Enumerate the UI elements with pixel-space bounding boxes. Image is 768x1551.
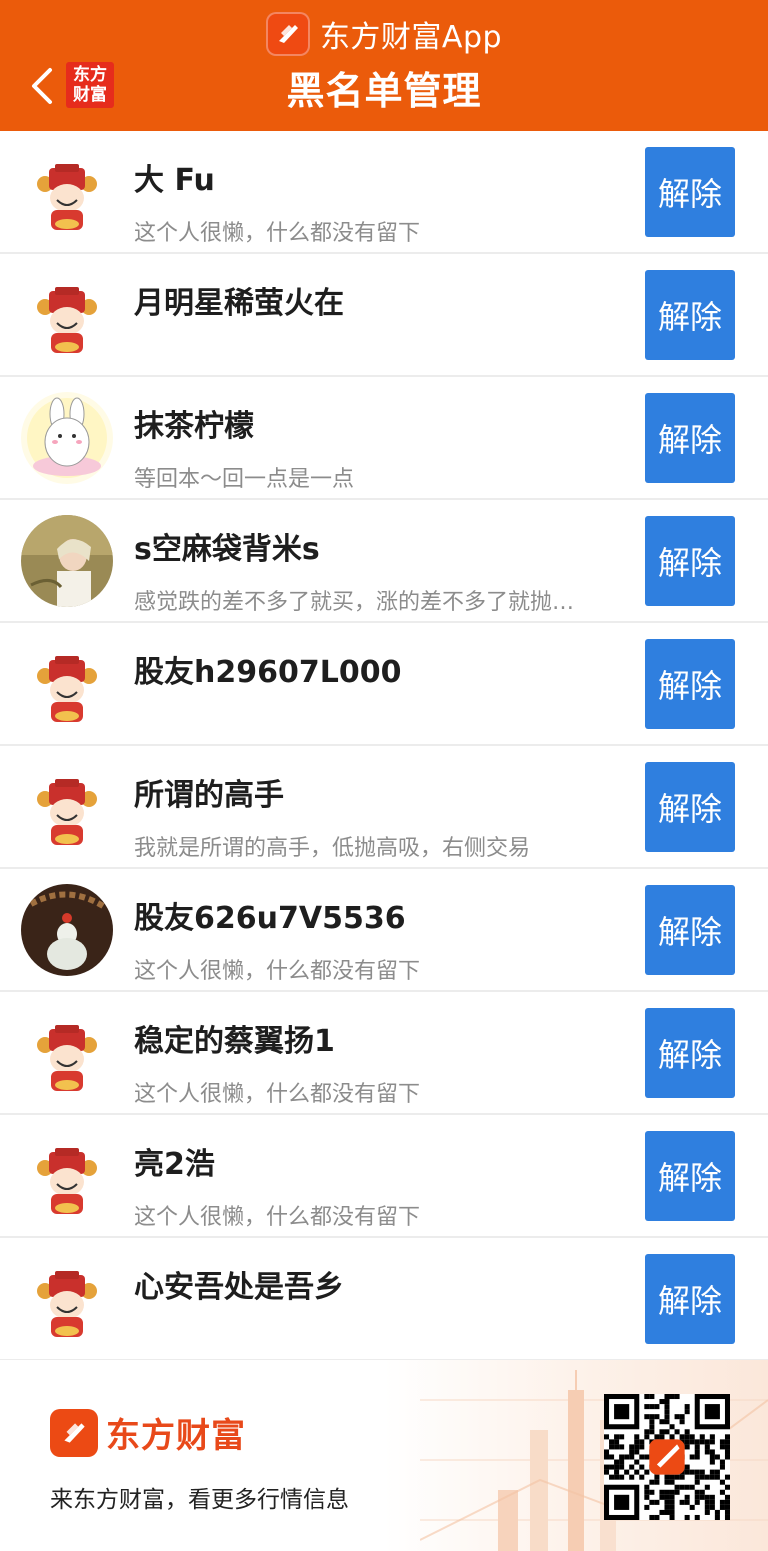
user-signature: 这个人很懒，什么都没有留下	[134, 1082, 421, 1107]
qr-code-icon	[604, 1394, 730, 1520]
avatar[interactable]	[21, 1130, 113, 1222]
avatar[interactable]	[21, 269, 113, 361]
user-name: 股友626u7V5536	[134, 901, 406, 936]
user-name: 所谓的高手	[134, 778, 284, 813]
blacklist: 大 Fu 这个人很懒，什么都没有留下 解除 月明星稀萤火在 解除 抹茶柠檬 等回…	[0, 131, 768, 1361]
unblock-button[interactable]: 解除	[645, 270, 735, 360]
user-name: 稳定的蔡翼扬1	[134, 1024, 335, 1059]
unblock-button[interactable]: 解除	[645, 147, 735, 237]
user-name: 抹茶柠檬	[134, 409, 254, 444]
unblock-button[interactable]: 解除	[645, 885, 735, 975]
user-signature: 等回本～回一点是一点	[134, 467, 355, 492]
user-name: s空麻袋背米s	[134, 532, 320, 567]
list-item[interactable]: 月明星稀萤火在 解除	[0, 254, 768, 377]
user-signature: 这个人很懒，什么都没有留下	[134, 1205, 421, 1230]
list-item[interactable]: 心安吾处是吾乡 解除	[0, 1238, 768, 1361]
unblock-button[interactable]: 解除	[645, 762, 735, 852]
user-name: 月明星稀萤火在	[134, 286, 344, 321]
unblock-button[interactable]: 解除	[645, 1254, 735, 1344]
list-item[interactable]: s空麻袋背米s 感觉跌的差不多了就买，涨的差不多了就抛… 解除	[0, 500, 768, 623]
user-signature: 我就是所谓的高手，低抛高吸，右侧交易	[134, 836, 531, 861]
user-name: 亮2浩	[134, 1147, 215, 1182]
user-signature: 感觉跌的差不多了就买，涨的差不多了就抛…	[134, 590, 575, 615]
brand-logo-icon	[50, 1408, 98, 1457]
footer-slogan: 来东方财富，看更多行情信息	[50, 1487, 349, 1513]
app-header: 东方财富App 东方 财富 黑名单管理	[0, 0, 768, 131]
list-item[interactable]: 所谓的高手 我就是所谓的高手，低抛高吸，右侧交易 解除	[0, 746, 768, 869]
list-item[interactable]: 股友626u7V5536 这个人很懒，什么都没有留下 解除	[0, 869, 768, 992]
list-item[interactable]: 抹茶柠檬 等回本～回一点是一点 解除	[0, 377, 768, 500]
unblock-button[interactable]: 解除	[645, 639, 735, 729]
list-item[interactable]: 股友h29607L000 解除	[0, 623, 768, 746]
user-signature: 这个人很懒，什么都没有留下	[134, 959, 421, 984]
list-item[interactable]: 大 Fu 这个人很懒，什么都没有留下 解除	[0, 131, 768, 254]
avatar[interactable]	[21, 638, 113, 730]
avatar[interactable]	[21, 761, 113, 853]
user-name: 股友h29607L000	[134, 655, 402, 690]
unblock-button[interactable]: 解除	[645, 1131, 735, 1221]
app-name: 东方财富App	[319, 20, 503, 55]
unblock-button[interactable]: 解除	[645, 516, 735, 606]
unblock-button[interactable]: 解除	[645, 393, 735, 483]
avatar[interactable]	[21, 884, 113, 976]
footer-banner[interactable]: 东方财富 来东方财富，看更多行情信息	[0, 1360, 768, 1551]
list-item[interactable]: 稳定的蔡翼扬1 这个人很懒，什么都没有留下 解除	[0, 992, 768, 1115]
user-name: 心安吾处是吾乡	[134, 1270, 344, 1305]
list-item[interactable]: 亮2浩 这个人很懒，什么都没有留下 解除	[0, 1115, 768, 1238]
avatar[interactable]	[21, 392, 113, 484]
footer-brand: 东方财富	[106, 1416, 246, 1456]
avatar[interactable]	[21, 1007, 113, 1099]
user-name: 大 Fu	[134, 163, 215, 198]
avatar[interactable]	[21, 1253, 113, 1345]
footer-logo: 东方财富	[50, 1408, 246, 1457]
avatar[interactable]	[21, 146, 113, 238]
avatar[interactable]	[21, 515, 113, 607]
app-logo-icon	[265, 12, 310, 56]
unblock-button[interactable]: 解除	[645, 1008, 735, 1098]
app-brand: 东方财富App	[0, 12, 768, 56]
page-title: 黑名单管理	[286, 69, 482, 113]
user-signature: 这个人很懒，什么都没有留下	[134, 221, 421, 246]
